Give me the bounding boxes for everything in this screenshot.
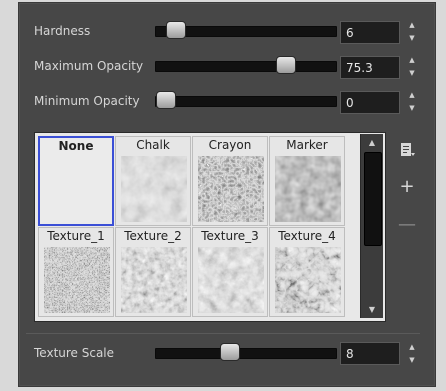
texture-library-scrollbar[interactable]: ▲ ▼: [360, 134, 383, 318]
max-opacity-spinner[interactable]: ▲ ▼: [405, 54, 419, 80]
texture-name: Crayon: [208, 138, 252, 152]
hardness-slider-thumb[interactable]: [166, 21, 186, 39]
max-opacity-label: Maximum Opacity: [34, 59, 144, 73]
hardness-label: Hardness: [34, 24, 91, 38]
chalk-texture-image: [121, 156, 187, 222]
texture-swatch-texture-2[interactable]: Texture_2: [115, 227, 191, 317]
texture-swatch-texture-3[interactable]: Texture_3: [192, 227, 268, 317]
texture-name: Texture_2: [124, 229, 182, 243]
texture-scale-spinner[interactable]: ▲ ▼: [405, 341, 419, 367]
min-opacity-slider-thumb[interactable]: [156, 91, 176, 109]
divider: [26, 333, 420, 334]
texture-name: Texture_3: [201, 229, 259, 243]
texture-name: Texture_4: [278, 229, 336, 243]
add-texture-button[interactable]: +: [397, 177, 417, 197]
hardness-field[interactable]: 6: [340, 21, 400, 44]
spin-up-icon[interactable]: ▲: [405, 341, 419, 354]
spin-down-icon[interactable]: ▼: [405, 67, 419, 80]
max-opacity-slider-thumb[interactable]: [276, 56, 296, 74]
texture-name: Texture_1: [47, 229, 105, 243]
crayon-texture-image: [198, 156, 264, 222]
texture-2-image: [121, 247, 187, 313]
texture-4-image: [275, 247, 341, 313]
scroll-up-icon[interactable]: ▲: [361, 138, 383, 147]
min-opacity-label: Minimum Opacity: [34, 94, 140, 108]
remove-texture-button[interactable]: —: [397, 215, 417, 235]
texture-scale-field[interactable]: 8: [340, 342, 400, 365]
texture-library: None Chalk Crayon Marker Texture_1 Textu…: [34, 132, 386, 322]
texture-swatch-marker[interactable]: Marker: [269, 136, 345, 226]
spin-down-icon[interactable]: ▼: [405, 354, 419, 367]
texture-scale-label: Texture Scale: [34, 346, 115, 360]
min-opacity-spinner[interactable]: ▲ ▼: [405, 89, 419, 115]
texture-name: None: [58, 139, 94, 153]
spin-up-icon[interactable]: ▲: [405, 89, 419, 102]
texture-swatch-chalk[interactable]: Chalk: [115, 136, 191, 226]
spin-down-icon[interactable]: ▼: [405, 32, 419, 45]
hardness-slider[interactable]: [155, 21, 337, 39]
texture-swatch-crayon[interactable]: Crayon: [192, 136, 268, 226]
spin-up-icon[interactable]: ▲: [405, 54, 419, 67]
import-texture-button[interactable]: [397, 142, 417, 162]
spin-up-icon[interactable]: ▲: [405, 19, 419, 32]
texture-settings-panel: Hardness 6 ▲ ▼ Maximum Opacity 75.3 ▲ ▼ …: [0, 0, 446, 391]
max-opacity-slider[interactable]: [155, 56, 337, 74]
marker-texture-image: [275, 156, 341, 222]
texture-swatch-texture-1[interactable]: Texture_1: [38, 227, 114, 317]
hardness-spinner[interactable]: ▲ ▼: [405, 19, 419, 45]
texture-name: Chalk: [136, 138, 170, 152]
texture-scale-slider[interactable]: [155, 343, 337, 361]
texture-3-image: [198, 247, 264, 313]
scrollbar-thumb[interactable]: [364, 152, 382, 246]
texture-1-image: [44, 247, 110, 313]
texture-swatch-none[interactable]: None: [38, 136, 114, 226]
max-opacity-field[interactable]: 75.3: [340, 56, 400, 79]
document-icon: [401, 143, 415, 156]
texture-name: Marker: [286, 138, 328, 152]
texture-scale-slider-thumb[interactable]: [220, 343, 240, 361]
spin-down-icon[interactable]: ▼: [405, 102, 419, 115]
texture-swatch-texture-4[interactable]: Texture_4: [269, 227, 345, 317]
min-opacity-field[interactable]: 0: [340, 91, 400, 114]
min-opacity-slider[interactable]: [155, 91, 337, 109]
scroll-down-icon[interactable]: ▼: [361, 305, 383, 314]
